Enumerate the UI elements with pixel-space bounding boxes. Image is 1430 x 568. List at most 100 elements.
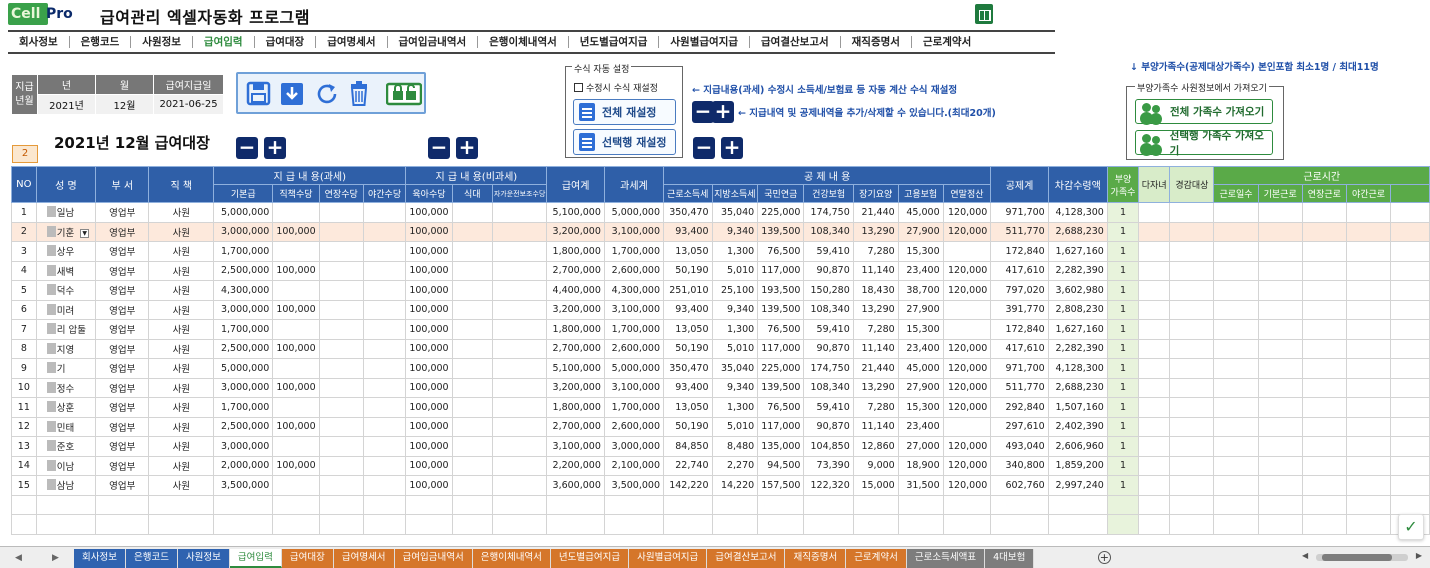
empty-cell[interactable] (1390, 338, 1430, 359)
cell-no[interactable]: 6 (11, 299, 37, 320)
cell-night[interactable] (362, 436, 407, 457)
cell-pos[interactable]: 100,000 (272, 455, 320, 476)
cell-ye[interactable] (942, 319, 992, 340)
cell-gross[interactable]: 3,600,000 (546, 475, 605, 496)
cell-dept[interactable]: 영업부 (95, 280, 150, 301)
cell-pension[interactable]: 117,000 (757, 260, 805, 281)
empty-cell[interactable] (1345, 494, 1392, 515)
cell-base[interactable]: 3,500,000 (213, 475, 274, 496)
cell-itax[interactable]: 13,050 (663, 241, 713, 262)
cell-title[interactable]: 사원 (148, 221, 215, 242)
dropdown-icon[interactable]: ▼ (80, 228, 90, 238)
cell-ltc[interactable]: 7,280 (852, 241, 899, 262)
empty-cell[interactable] (990, 514, 1049, 535)
cell-dept[interactable]: 영업부 (95, 475, 150, 496)
empty-cell[interactable] (1345, 358, 1392, 379)
cell-car[interactable] (491, 202, 548, 223)
table-row[interactable]: 1 일남 영업부 사원 5,000,000 100,000 5,100,000 5,000,0… (11, 202, 1430, 223)
cell-meal[interactable] (451, 377, 493, 398)
cell-itax[interactable]: 50,190 (663, 338, 713, 359)
menu-item[interactable]: 급여입력 (193, 36, 255, 48)
cell-base[interactable]: 5,000,000 (213, 358, 274, 379)
empty-cell[interactable] (1138, 514, 1171, 535)
cell-emp[interactable]: 45,000 (897, 358, 944, 379)
horizontal-scrollbar[interactable]: ◀ ▶ (1302, 551, 1422, 564)
cell-pension[interactable]: 157,500 (757, 475, 805, 496)
cell-ltax[interactable]: 9,340 (711, 299, 759, 320)
cell-night[interactable] (362, 475, 407, 496)
cell-title[interactable]: 사원 (148, 436, 215, 457)
cell-base[interactable]: 1,700,000 (213, 241, 274, 262)
cell-emp[interactable]: 18,900 (897, 455, 944, 476)
empty-cell[interactable] (1345, 241, 1392, 262)
cell-itax[interactable]: 22,740 (663, 455, 713, 476)
cell-meal[interactable] (451, 436, 493, 457)
cell-net[interactable]: 2,282,390 (1047, 338, 1108, 359)
empty-cell[interactable] (451, 494, 493, 515)
cell-dsum[interactable]: 971,700 (990, 358, 1049, 379)
cell-dsum[interactable]: 971,700 (990, 202, 1049, 223)
cell-emp[interactable]: 31,500 (897, 475, 944, 496)
cell-ltc[interactable]: 11,140 (852, 338, 899, 359)
empty-cell[interactable] (942, 494, 992, 515)
cell-name[interactable]: 미려 (35, 299, 97, 320)
cell-itax[interactable]: 93,400 (663, 377, 713, 398)
cell-ye[interactable]: 120,000 (942, 260, 992, 281)
cell-health[interactable]: 104,850 (803, 436, 854, 457)
cell-car[interactable] (491, 397, 548, 418)
cell-no[interactable]: 13 (11, 436, 37, 457)
status-cell[interactable]: 2 (12, 145, 38, 163)
cell-health[interactable]: 73,390 (803, 455, 854, 476)
cell-ot[interactable] (318, 377, 364, 398)
cell-dsum[interactable]: 511,770 (990, 377, 1049, 398)
cell-base[interactable]: 3,000,000 (213, 299, 274, 320)
empty-cell[interactable] (272, 514, 320, 535)
empty-cell[interactable] (757, 514, 805, 535)
download-icon[interactable] (279, 80, 305, 108)
cell-ot[interactable] (318, 358, 364, 379)
cell-gross[interactable]: 3,200,000 (546, 299, 605, 320)
cell-meal[interactable] (451, 221, 493, 242)
cell-ye[interactable]: 120,000 (942, 455, 992, 476)
empty-cell[interactable] (1106, 514, 1140, 535)
cell-night[interactable] (362, 280, 407, 301)
cell-pension[interactable]: 225,000 (757, 358, 805, 379)
menu-item[interactable]: 급여명세서 (316, 36, 388, 48)
empty-cell[interactable] (148, 494, 215, 515)
empty-cell[interactable] (1138, 260, 1171, 281)
deduct-minus-button[interactable]: − (693, 137, 715, 159)
plus-button[interactable]: + (712, 101, 734, 123)
table-row[interactable]: 10 정수 영업부 사원 3,000,000 100,000 100,000 3,200,00… (11, 377, 1430, 398)
cell-health[interactable]: 90,870 (803, 416, 854, 437)
table-row[interactable] (11, 494, 1430, 515)
cell-gross[interactable]: 3,200,000 (546, 221, 605, 242)
table-row[interactable]: 5 덕수 영업부 사원 4,300,000 100,000 4,400,000 4,300,0… (11, 280, 1430, 301)
cell-pos[interactable] (272, 280, 320, 301)
menu-item[interactable]: 사원별급여지급 (659, 36, 751, 48)
cell-child[interactable]: 100,000 (405, 397, 453, 418)
empty-cell[interactable] (1345, 319, 1392, 340)
cell-car[interactable] (491, 416, 548, 437)
cell-dep[interactable]: 1 (1106, 397, 1140, 418)
table-row[interactable]: 3 상우 영업부 사원 1,700,000 100,000 1,800,000 1,700,0… (11, 241, 1430, 262)
tab-next-icon[interactable]: ▶ (52, 553, 59, 563)
cell-dept[interactable]: 영업부 (95, 338, 150, 359)
cell-taxable[interactable]: 1,700,000 (603, 319, 665, 340)
empty-cell[interactable] (1390, 299, 1430, 320)
cell-title[interactable]: 사원 (148, 377, 215, 398)
cell-pos[interactable]: 100,000 (272, 377, 320, 398)
scroll-right-icon[interactable]: ▶ (1416, 551, 1422, 560)
cell-health[interactable]: 108,340 (803, 221, 854, 242)
cell-taxable[interactable]: 2,600,000 (603, 416, 665, 437)
cell-car[interactable] (491, 260, 548, 281)
cell-pos[interactable]: 100,000 (272, 221, 320, 242)
cell-meal[interactable] (451, 397, 493, 418)
cell-emp[interactable]: 15,300 (897, 319, 944, 340)
cell-child[interactable]: 100,000 (405, 377, 453, 398)
cell-ye[interactable]: 120,000 (942, 436, 992, 457)
empty-cell[interactable] (1345, 436, 1392, 457)
cell-night[interactable] (362, 338, 407, 359)
cell-dept[interactable]: 영업부 (95, 455, 150, 476)
cell-base[interactable]: 4,300,000 (213, 280, 274, 301)
empty-cell[interactable] (897, 514, 944, 535)
